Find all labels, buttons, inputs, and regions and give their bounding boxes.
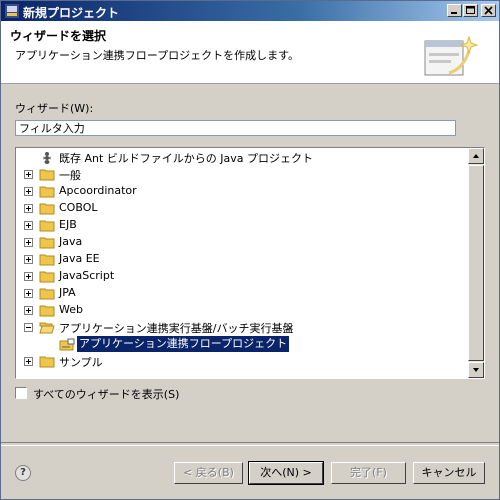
window-title: 新規プロジェクト xyxy=(23,6,120,20)
title-bar[interactable]: 新規プロジェクト xyxy=(1,1,499,21)
folder-icon xyxy=(39,305,55,317)
folder-icon xyxy=(39,186,55,198)
tree-item-java-ee[interactable]: Java EE xyxy=(16,251,466,268)
scroll-thumb[interactable] xyxy=(468,165,484,361)
folder-icon xyxy=(39,356,55,368)
expand-icon[interactable] xyxy=(24,170,33,179)
tree-item-label: サンプル xyxy=(59,356,103,369)
tree-item-general[interactable]: 一般 xyxy=(16,166,466,183)
tree-item-label: Java EE xyxy=(59,252,100,265)
arrow-up-icon xyxy=(473,154,479,158)
tree-item-label: COBOL xyxy=(59,201,98,214)
maximize-button[interactable] xyxy=(463,4,478,17)
tree-item-ejb[interactable]: EJB xyxy=(16,217,466,234)
expand-icon[interactable] xyxy=(24,255,33,264)
expand-icon[interactable] xyxy=(24,289,33,298)
folder-icon xyxy=(39,254,55,266)
folder-icon xyxy=(39,237,55,249)
show-all-wizards-checkbox[interactable] xyxy=(15,387,27,399)
folder-icon xyxy=(39,271,55,283)
tree-item-label: アプリケーション連携フロープロジェクト xyxy=(75,335,291,353)
expand-icon[interactable] xyxy=(24,272,33,281)
wizard-label: ウィザード(W): xyxy=(15,102,94,115)
tree-item-label: Web xyxy=(59,303,83,316)
folder-icon xyxy=(39,288,55,300)
show-all-wizards-label[interactable]: すべてのウィザードを表示(S) xyxy=(33,386,179,402)
tree-item-cobol[interactable]: COBOL xyxy=(16,200,466,217)
separator xyxy=(1,442,499,446)
expand-icon[interactable] xyxy=(24,187,33,196)
collapse-icon[interactable] xyxy=(24,323,33,332)
tree-item-label: アプリケーション連携実行基盤/バッチ実行基盤 xyxy=(59,322,294,335)
folder-icon xyxy=(39,169,55,181)
tree-item-apcoordinator[interactable]: Apcoordinator xyxy=(16,183,466,200)
tree-item-web[interactable]: Web xyxy=(16,302,466,319)
tree-scrollbar[interactable] xyxy=(468,148,484,378)
tree-item-ant-project[interactable]: 既存 Ant ビルドファイルからの Java プロジェクト xyxy=(16,149,466,166)
open-folder-icon xyxy=(39,322,55,334)
tree-item-label: JavaScript xyxy=(59,269,115,282)
back-button[interactable]: < 戻る(B) xyxy=(174,462,243,484)
tree-item-jpa[interactable]: JPA xyxy=(16,285,466,302)
ant-icon xyxy=(42,152,52,164)
tree-item-app-integration[interactable]: アプリケーション連携実行基盤/バッチ実行基盤 xyxy=(16,319,466,336)
tree-item-label: 一般 xyxy=(59,169,81,182)
minimize-button[interactable] xyxy=(447,4,462,17)
page-title: ウィザードを選択 xyxy=(10,29,107,43)
folder-icon xyxy=(39,203,55,215)
finish-button[interactable]: 完了(F) xyxy=(331,462,406,484)
wizard-banner-icon xyxy=(424,35,479,76)
tree-item-javascript[interactable]: JavaScript xyxy=(16,268,466,285)
scroll-up-button[interactable] xyxy=(468,148,484,164)
app-icon xyxy=(5,4,19,18)
expand-icon[interactable] xyxy=(24,221,33,230)
tree-item-java[interactable]: Java xyxy=(16,234,466,251)
tree-item-label: Java xyxy=(59,235,83,248)
help-icon[interactable]: ? xyxy=(15,465,31,481)
arrow-down-icon xyxy=(473,368,479,372)
expand-icon[interactable] xyxy=(24,204,33,213)
scroll-down-button[interactable] xyxy=(468,362,484,378)
folder-icon xyxy=(39,220,55,232)
wizard-item-icon xyxy=(59,338,75,351)
tree-item-label: 既存 Ant ビルドファイルからの Java プロジェクト xyxy=(59,152,314,165)
tree-item-app-integration-flow[interactable]: アプリケーション連携フロープロジェクト xyxy=(16,335,466,353)
filter-input[interactable] xyxy=(15,120,456,136)
expand-icon[interactable] xyxy=(24,306,33,315)
close-icon xyxy=(484,6,493,15)
cancel-button[interactable]: キャンセル xyxy=(413,462,485,484)
next-button[interactable]: 次へ(N) > xyxy=(248,461,324,485)
tree-item-label: JPA xyxy=(59,286,76,299)
tree-item-label: EJB xyxy=(59,218,77,231)
expand-icon[interactable] xyxy=(24,357,33,366)
maximize-icon xyxy=(466,6,475,14)
expand-icon[interactable] xyxy=(24,238,33,247)
tree-item-label: Apcoordinator xyxy=(59,184,137,197)
new-project-dialog: 新規プロジェクト ウィザードを選択 アプリケーション連携フロープロジェクトを作成… xyxy=(0,0,500,500)
close-button[interactable] xyxy=(481,4,496,17)
wizard-tree-items: 既存 Ant ビルドファイルからの Java プロジェクト 一般 Apcoord… xyxy=(16,148,468,378)
wizard-tree[interactable]: 既存 Ant ビルドファイルからの Java プロジェクト 一般 Apcoord… xyxy=(15,147,485,379)
tree-item-samples[interactable]: サンプル xyxy=(16,353,466,370)
minimize-icon xyxy=(451,12,457,14)
page-description: アプリケーション連携フロープロジェクトを作成します。 xyxy=(15,49,300,62)
wizard-header: ウィザードを選択 アプリケーション連携フロープロジェクトを作成します。 xyxy=(1,21,499,84)
